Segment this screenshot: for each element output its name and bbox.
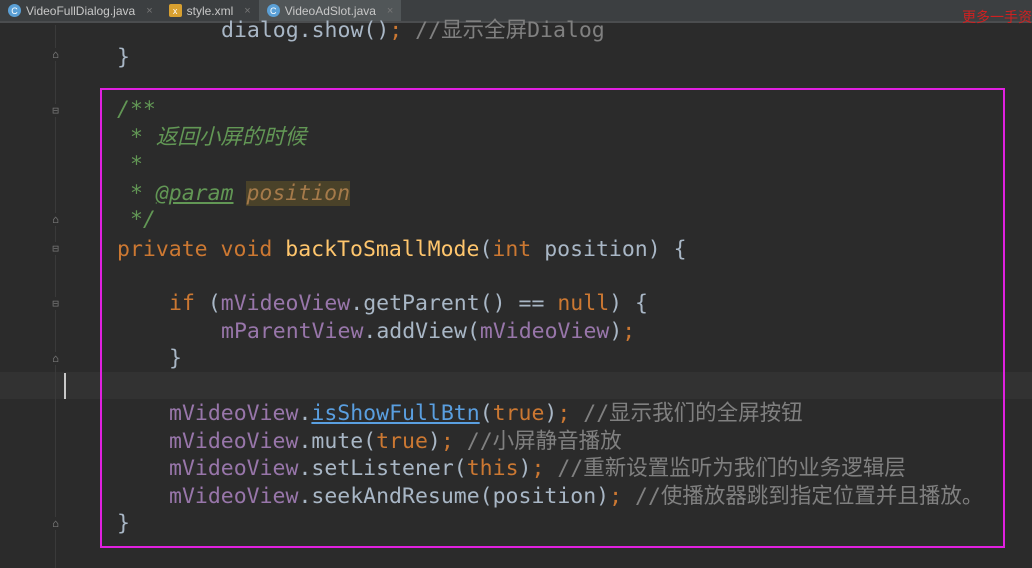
- tab-label: VideoFullDialog.java: [26, 3, 136, 18]
- code-token: }: [117, 45, 130, 70]
- xml-file-icon: x: [168, 4, 182, 17]
- java-class-icon: C: [266, 4, 280, 17]
- tab-label: style.xml: [186, 3, 234, 18]
- fold-start-icon[interactable]: ⊟: [49, 297, 62, 310]
- fold-end-icon[interactable]: ⌂: [49, 352, 62, 365]
- fold-end-icon[interactable]: ⌂: [49, 48, 62, 61]
- fold-start-icon[interactable]: ⊟: [49, 104, 62, 117]
- fold-start-icon[interactable]: ⊟: [49, 242, 62, 255]
- tab-label: VideoAdSlot.java: [284, 3, 376, 18]
- java-class-icon: C: [8, 4, 21, 17]
- fold-end-icon[interactable]: ⌂: [49, 213, 62, 226]
- watermark: 更多一手资: [962, 10, 1032, 26]
- close-icon[interactable]: ×: [387, 5, 393, 17]
- code-line: dialog.show(); //显示全屏Dialog: [221, 17, 605, 44]
- fold-end-icon[interactable]: ⌂: [49, 517, 62, 530]
- close-icon[interactable]: ×: [146, 5, 152, 17]
- code-token: dialog.show(): [221, 18, 390, 43]
- code-token: ;: [389, 18, 403, 43]
- annotation-highlight-box: [100, 88, 1005, 548]
- code-token: //显示全屏Dialog: [402, 18, 605, 43]
- text-caret: [64, 373, 66, 399]
- tab-videofulldialog[interactable]: C VideoFullDialog.java ×: [0, 0, 161, 21]
- code-line: }: [117, 44, 130, 71]
- close-icon[interactable]: ×: [244, 5, 250, 17]
